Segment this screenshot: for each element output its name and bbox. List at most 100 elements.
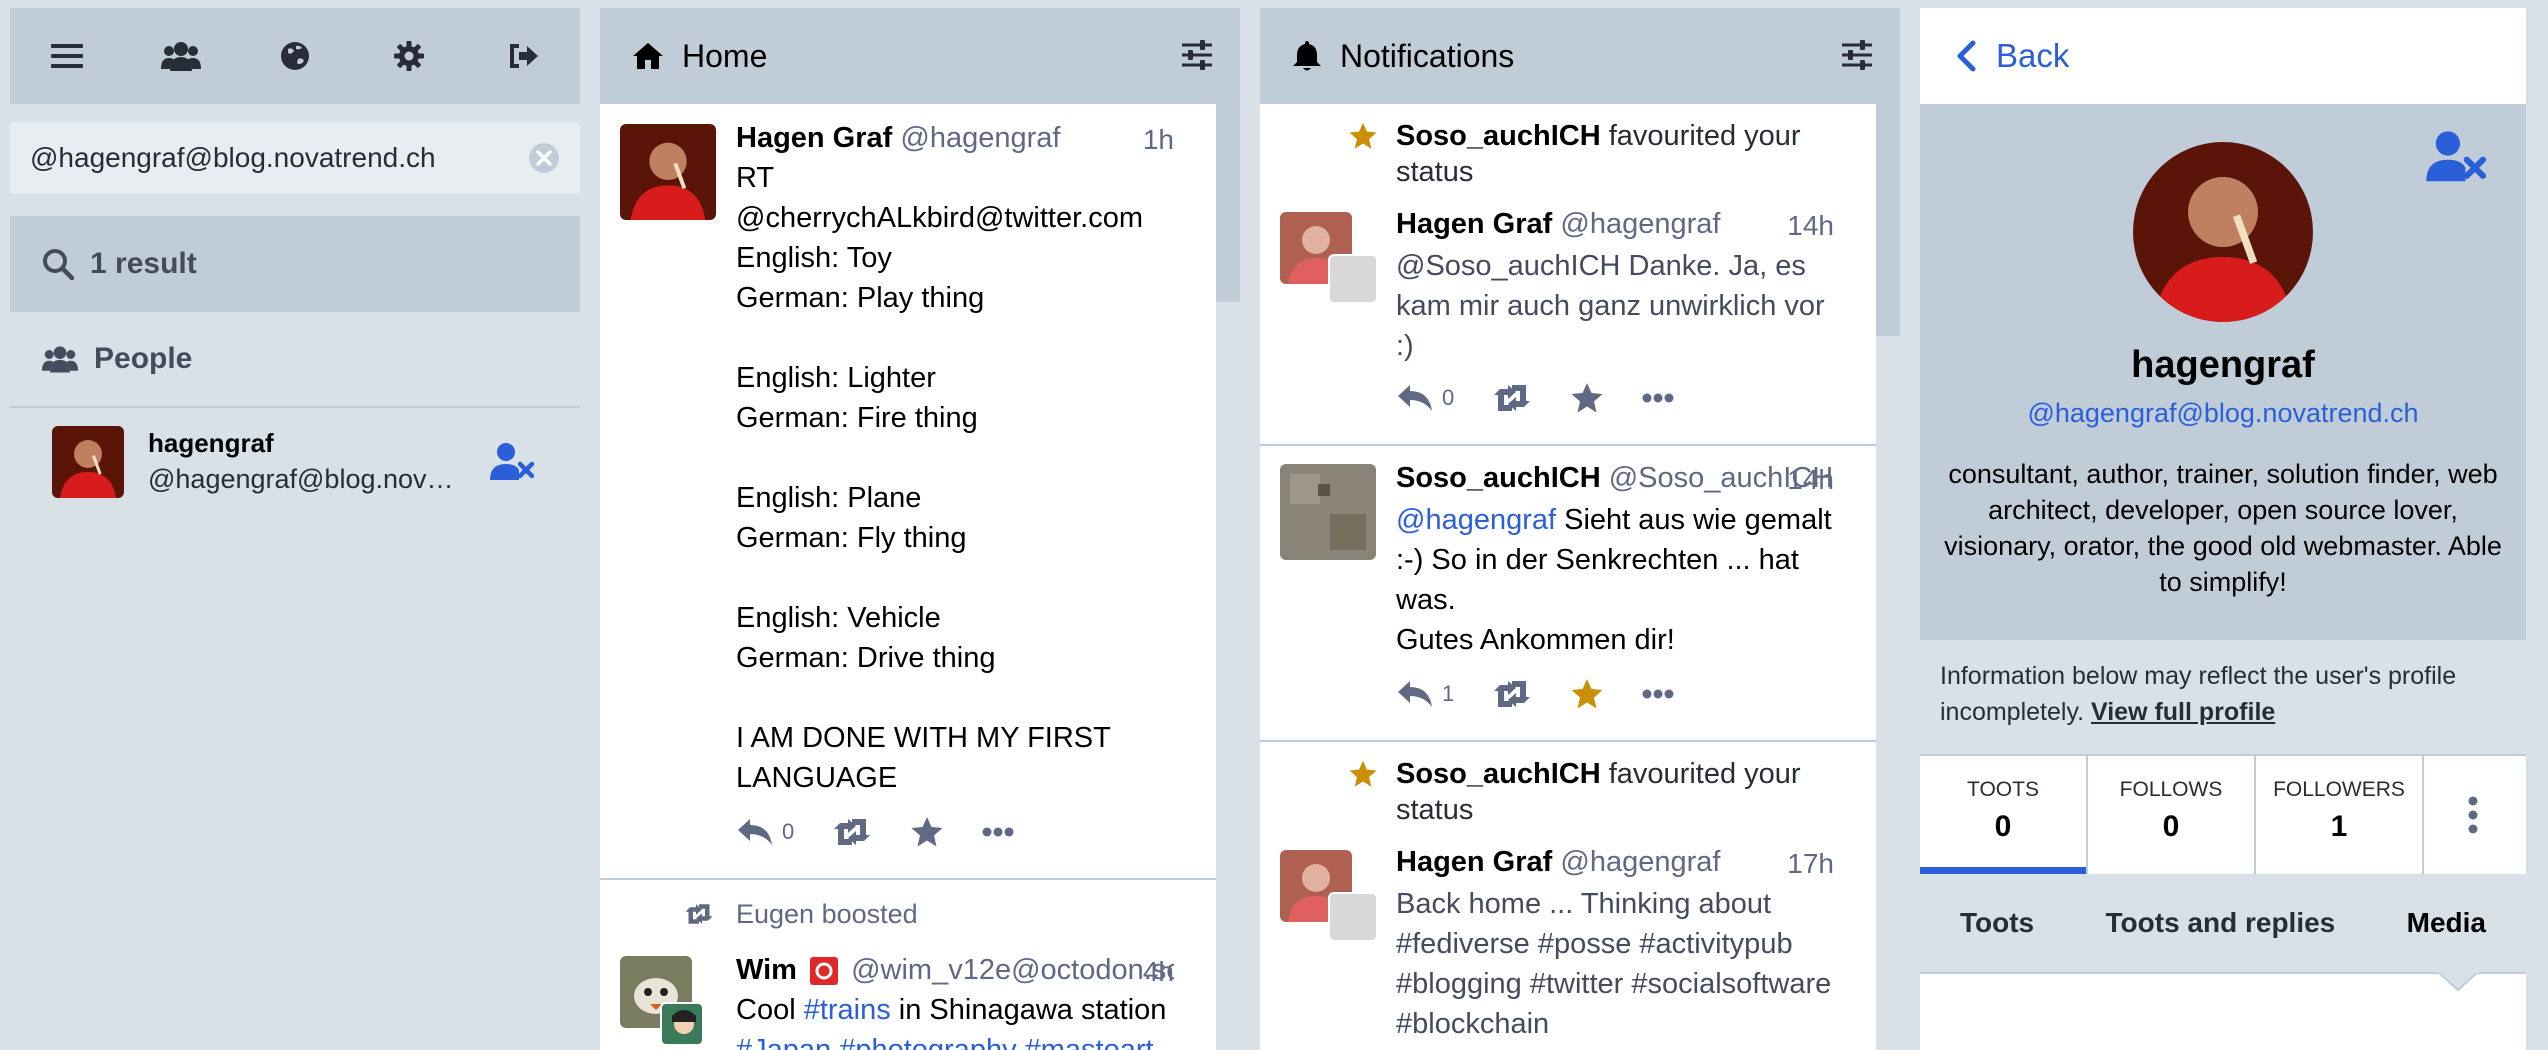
search-input[interactable] bbox=[30, 122, 510, 194]
stat-follows[interactable]: FOLLOWS 0 bbox=[2088, 756, 2256, 874]
users-icon[interactable] bbox=[151, 26, 211, 86]
more-vertical-icon[interactable] bbox=[2424, 756, 2522, 874]
status-author-handle[interactable]: @wim_v12e@octodon.social bbox=[851, 954, 1174, 986]
favouriter-avatar[interactable] bbox=[1328, 892, 1378, 942]
reply-count: 0 bbox=[1442, 385, 1455, 410]
profile-handle[interactable]: @hagengraf@blog.novatrend.ch bbox=[1920, 398, 2526, 429]
home-timeline[interactable]: Hagen Graf @hagengraf 1h RT @cherrychALk… bbox=[600, 104, 1216, 1050]
column-settings-icon[interactable] bbox=[1842, 40, 1872, 70]
tab-media[interactable]: Media bbox=[2407, 907, 2486, 939]
gear-icon[interactable] bbox=[379, 26, 439, 86]
account-display-name: hagengraf bbox=[148, 428, 274, 458]
status[interactable]: Hagen Graf @hagengraf 1h RT @cherrychALk… bbox=[600, 104, 1216, 880]
hashtag-link[interactable]: #trains bbox=[804, 994, 891, 1026]
tab-toots[interactable]: Toots bbox=[1960, 907, 2034, 939]
account-handle: @hagengraf@blog.novatrend.ch bbox=[148, 464, 468, 494]
bell-icon bbox=[1292, 40, 1322, 72]
favouriter-avatar[interactable] bbox=[1328, 254, 1378, 304]
status-actions: 0 bbox=[1396, 382, 1712, 414]
profile-media-area bbox=[1920, 972, 2526, 1050]
back-label: Back bbox=[1996, 37, 2070, 74]
more-options-icon[interactable] bbox=[1642, 689, 1674, 699]
status-author-name[interactable]: Hagen Graf bbox=[1396, 846, 1552, 878]
scrollbar-thumb[interactable] bbox=[1216, 104, 1240, 302]
reply-button[interactable]: 1 bbox=[1396, 679, 1454, 709]
status-time[interactable]: 14h bbox=[1787, 464, 1834, 496]
account-result[interactable]: hagengraf @hagengraf@blog.novatrend.ch bbox=[10, 408, 580, 518]
profile-column: Back hagengraf @hagengraf@blog.novatrend… bbox=[1920, 0, 2526, 1050]
status-time[interactable]: 4h bbox=[1143, 956, 1174, 988]
more-options-icon[interactable] bbox=[982, 827, 1014, 837]
status-actions: 1 bbox=[1396, 678, 1712, 710]
more-options-icon[interactable] bbox=[1642, 393, 1674, 403]
unfollow-icon[interactable] bbox=[490, 442, 534, 482]
profile-display-name: hagengraf bbox=[2131, 344, 2315, 386]
status-author-name[interactable]: Hagen Graf bbox=[736, 122, 892, 154]
status[interactable]: Eugen boosted Wim @wim_v12e@octodon.soci… bbox=[600, 880, 1216, 1050]
stat-label: FOLLOWS bbox=[2119, 778, 2223, 801]
stat-value: 0 bbox=[1994, 810, 2012, 843]
status-author-name[interactable]: Wim bbox=[736, 954, 797, 986]
stat-followers[interactable]: FOLLOWERS 1 bbox=[2256, 756, 2424, 874]
notification[interactable]: Soso_auchICH favourited your status Hage… bbox=[1260, 742, 1876, 1050]
column-settings-icon[interactable] bbox=[1182, 40, 1212, 70]
stat-toots[interactable]: TOOTS 0 bbox=[1920, 756, 2088, 874]
globe-icon[interactable] bbox=[265, 26, 325, 86]
favourite-button-active[interactable] bbox=[1570, 678, 1604, 710]
reply-count: 1 bbox=[1442, 681, 1455, 706]
status-header: Hagen Graf @hagengraf bbox=[736, 122, 1174, 155]
logout-icon[interactable] bbox=[493, 26, 553, 86]
home-scrollbar[interactable] bbox=[1216, 104, 1240, 1050]
stat-label: TOOTS bbox=[1967, 778, 2039, 801]
avatar[interactable] bbox=[1280, 464, 1376, 560]
mention-link[interactable]: @hagengraf bbox=[1396, 504, 1556, 536]
boost-button[interactable] bbox=[1492, 383, 1532, 413]
view-full-profile-link[interactable]: View full profile bbox=[2091, 698, 2275, 726]
boosted-by[interactable]: Eugen boosted bbox=[736, 896, 1174, 932]
status-author-name[interactable]: Soso_auchICH bbox=[1396, 462, 1601, 494]
status-content: Back home ... Thinking about #fediverse … bbox=[1396, 888, 1832, 1040]
status-author-handle[interactable]: @hagengraf bbox=[1560, 846, 1720, 878]
back-button[interactable]: Back bbox=[1920, 8, 2526, 104]
reply-button[interactable]: 0 bbox=[1396, 383, 1454, 413]
notification[interactable]: Soso_auchICH @Soso_auchICH@mastodon.soci… bbox=[1260, 446, 1876, 742]
hashtag-links[interactable]: #Japan #photography #mastoart bbox=[736, 1034, 1154, 1050]
status-text: Cool bbox=[736, 994, 804, 1026]
notifications-scrollbar[interactable] bbox=[1876, 104, 1900, 1050]
scrollbar-thumb[interactable] bbox=[1876, 104, 1900, 336]
home-column-header[interactable]: Home bbox=[600, 8, 1240, 104]
favourite-button[interactable] bbox=[910, 816, 944, 848]
boost-button[interactable] bbox=[1492, 679, 1532, 709]
status-author-handle[interactable]: @hagengraf bbox=[1560, 208, 1720, 240]
tab-toots-and-replies[interactable]: Toots and replies bbox=[2106, 907, 2336, 939]
status-time[interactable]: 1h bbox=[1143, 124, 1174, 156]
avatar[interactable] bbox=[52, 426, 124, 498]
status-content: RT @cherrychALkbird@twitter.com English:… bbox=[736, 162, 1143, 794]
clear-search-icon[interactable] bbox=[528, 142, 560, 174]
unfollow-icon[interactable] bbox=[2426, 130, 2486, 184]
notification-message: Soso_auchICH favourited your status bbox=[1396, 118, 1834, 190]
avatar[interactable] bbox=[620, 124, 716, 220]
notifications-list[interactable]: Soso_auchICH favourited your status Hage… bbox=[1260, 104, 1876, 1050]
status-author-name[interactable]: Hagen Graf bbox=[1396, 208, 1552, 240]
profile-avatar[interactable] bbox=[2133, 142, 2313, 322]
reply-count: 0 bbox=[782, 819, 795, 844]
status-time[interactable]: 14h bbox=[1787, 210, 1834, 242]
search-icon bbox=[42, 248, 90, 280]
notifications-column-header[interactable]: Notifications bbox=[1260, 8, 1900, 104]
menu-icon[interactable] bbox=[37, 26, 97, 86]
favourite-button[interactable] bbox=[1570, 382, 1604, 414]
drawer-nav bbox=[10, 8, 580, 104]
search-column: 1 result People hagengraf @hagengraf@blo… bbox=[10, 0, 580, 1050]
stat-value: 0 bbox=[2162, 810, 2180, 843]
status-time[interactable]: 17h bbox=[1787, 848, 1834, 880]
status-author-handle[interactable]: @hagengraf bbox=[900, 122, 1060, 154]
notification-message: Soso_auchICH favourited your status bbox=[1396, 756, 1834, 828]
reply-button[interactable]: 0 bbox=[736, 817, 794, 847]
boost-button[interactable] bbox=[832, 817, 872, 847]
notification[interactable]: Soso_auchICH favourited your status Hage… bbox=[1260, 104, 1876, 446]
star-icon bbox=[1348, 122, 1378, 150]
booster-avatar[interactable] bbox=[660, 1002, 704, 1046]
notification-actor[interactable]: Soso_auchICH bbox=[1396, 758, 1601, 790]
notification-actor[interactable]: Soso_auchICH bbox=[1396, 120, 1601, 152]
